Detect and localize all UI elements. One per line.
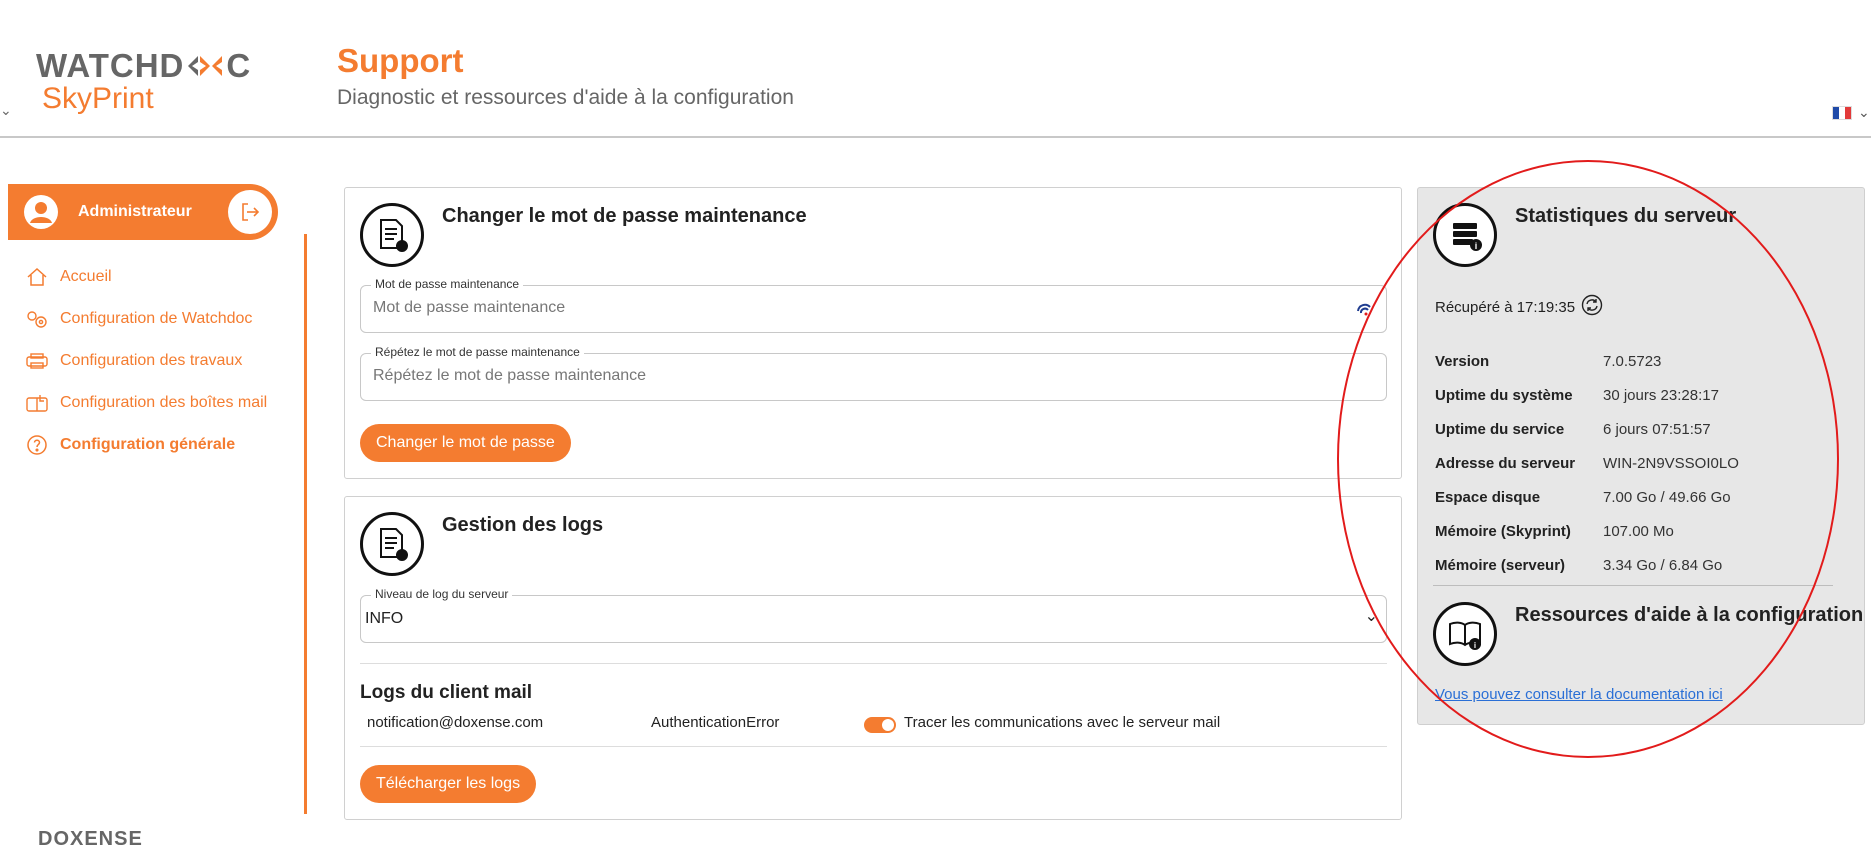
log-level-value: INFO	[365, 610, 404, 627]
refresh-icon[interactable]	[1581, 294, 1603, 320]
logo-top-suffix: C	[226, 47, 252, 84]
french-flag-icon	[1832, 105, 1852, 120]
language-selector[interactable]: ⌄	[1832, 104, 1870, 121]
watchdoc-logo: WATCHD C SkyPrint	[36, 48, 251, 114]
stat-server-address: Adresse du serveur WIN-2N9VSSOI0LO	[1435, 454, 1739, 472]
user-pill: Administrateur	[8, 184, 278, 240]
stat-disk-space: Espace disque 7.00 Go / 49.66 Go	[1435, 488, 1731, 506]
repeat-password-field: Répétez le mot de passe maintenance	[360, 345, 1387, 401]
row-divider	[360, 746, 1387, 747]
stats-retrieved-time: Récupéré à 17:19:35	[1435, 294, 1603, 320]
log-level-select[interactable]: Niveau de log du serveur INFO ⌄	[360, 587, 1387, 643]
gears-icon	[24, 308, 50, 330]
change-password-button[interactable]: Changer le mot de passe	[360, 424, 571, 462]
mailbox-icon	[24, 392, 50, 414]
maintenance-password-input[interactable]	[373, 299, 1296, 317]
stats-divider	[1433, 585, 1833, 586]
logout-icon	[242, 203, 260, 221]
chevron-down-icon: ⌄	[1364, 608, 1378, 625]
app-header: ⌄ WATCHD C SkyPrint Support Diagnostic e…	[0, 0, 1871, 138]
logs-card: Gestion des logs Niveau de log du serveu…	[344, 496, 1402, 820]
sidebar-item-watchdoc-config[interactable]: Configuration de Watchdoc	[24, 298, 267, 340]
stat-memory-server: Mémoire (serveur) 3.34 Go / 6.84 Go	[1435, 556, 1723, 574]
field-label: Niveau de log du serveur	[371, 587, 513, 601]
logs-card-title: Gestion des logs	[442, 514, 604, 536]
help-circle-icon	[24, 434, 50, 456]
sidebar-item-label: Configuration générale	[60, 436, 236, 453]
server-info-icon: i	[1433, 203, 1497, 267]
stats-title: Statistiques du serveur	[1515, 205, 1737, 227]
stat-service-uptime: Uptime du service 6 jours 07:51:57	[1435, 420, 1711, 438]
stats-retrieved-label: Récupéré à 17:19:35	[1435, 298, 1576, 316]
stat-version: Version 7.0.5723	[1435, 352, 1662, 370]
chevron-down-icon[interactable]: ⌄	[0, 102, 12, 119]
logo-top-prefix: WATCHD	[36, 47, 185, 84]
documentation-link[interactable]: Vous pouvez consulter la documentation i…	[1435, 686, 1723, 703]
field-label: Répétez le mot de passe maintenance	[371, 345, 584, 359]
user-avatar-icon	[24, 195, 58, 229]
field-label: Mot de passe maintenance	[371, 277, 524, 291]
sidebar-item-jobs-config[interactable]: Configuration des travaux	[24, 340, 267, 382]
sidebar-item-label: Configuration des travaux	[60, 352, 243, 369]
sidebar-item-general-config[interactable]: Configuration générale	[24, 424, 267, 466]
svg-text:i: i	[1475, 241, 1478, 251]
repeat-password-input[interactable]	[373, 367, 1296, 385]
chevron-down-icon: ⌄	[1858, 104, 1870, 120]
mail-log-status: AuthenticationError	[651, 714, 780, 731]
sidebar-item-label: Configuration des boîtes mail	[60, 394, 268, 411]
resources-title: Ressources d'aide à la configuration	[1515, 604, 1864, 626]
document-settings-icon	[360, 203, 424, 267]
sidebar-item-label: Configuration de Watchdoc	[60, 310, 253, 327]
server-stats-panel: i Statistiques du serveur Récupéré à 17:…	[1417, 187, 1865, 725]
sidebar-divider	[304, 234, 307, 814]
doxense-logo: DOXENSE	[38, 828, 143, 850]
sidebar-item-label: Accueil	[60, 268, 112, 285]
logout-button[interactable]	[228, 190, 272, 234]
svg-text:i: i	[1474, 641, 1476, 650]
sidebar-item-mailbox-config[interactable]: Configuration des boîtes mail	[24, 382, 267, 424]
section-divider	[360, 663, 1387, 664]
mail-logs-title: Logs du client mail	[360, 682, 533, 703]
password-card: Changer le mot de passe maintenance Mot …	[344, 187, 1402, 479]
user-name: Administrateur	[78, 203, 192, 220]
book-info-icon: i	[1433, 602, 1497, 666]
maintenance-password-field: Mot de passe maintenance	[360, 277, 1387, 333]
printer-icon	[24, 350, 50, 372]
password-card-title: Changer le mot de passe maintenance	[442, 205, 807, 227]
stat-memory-skyprint: Mémoire (Skyprint) 107.00 Mo	[1435, 522, 1674, 540]
stat-system-uptime: Uptime du système 30 jours 23:28:17	[1435, 386, 1719, 404]
trace-communications-label: Tracer les communications avec le serveu…	[904, 714, 1221, 731]
page-subtitle: Diagnostic et ressources d'aide à la con…	[337, 86, 794, 109]
support-page: ⌄ WATCHD C SkyPrint Support Diagnostic e…	[0, 0, 1871, 859]
logo-arrows-icon	[186, 52, 224, 80]
sidebar-nav: Accueil Configuration de Watchdoc Config…	[24, 256, 267, 466]
download-logs-button[interactable]: Télécharger les logs	[360, 765, 537, 803]
mail-log-email: notification@doxense.com	[367, 714, 544, 731]
home-icon	[24, 266, 50, 288]
document-settings-icon	[360, 512, 424, 576]
page-title: Support	[337, 42, 464, 79]
password-manager-icon[interactable]	[1356, 301, 1372, 322]
sidebar-item-accueil[interactable]: Accueil	[24, 256, 267, 298]
logo-skyprint: SkyPrint	[42, 82, 154, 115]
sidebar: Administrateur Accueil Configuration de …	[0, 138, 310, 859]
trace-communications-toggle[interactable]	[864, 717, 896, 733]
